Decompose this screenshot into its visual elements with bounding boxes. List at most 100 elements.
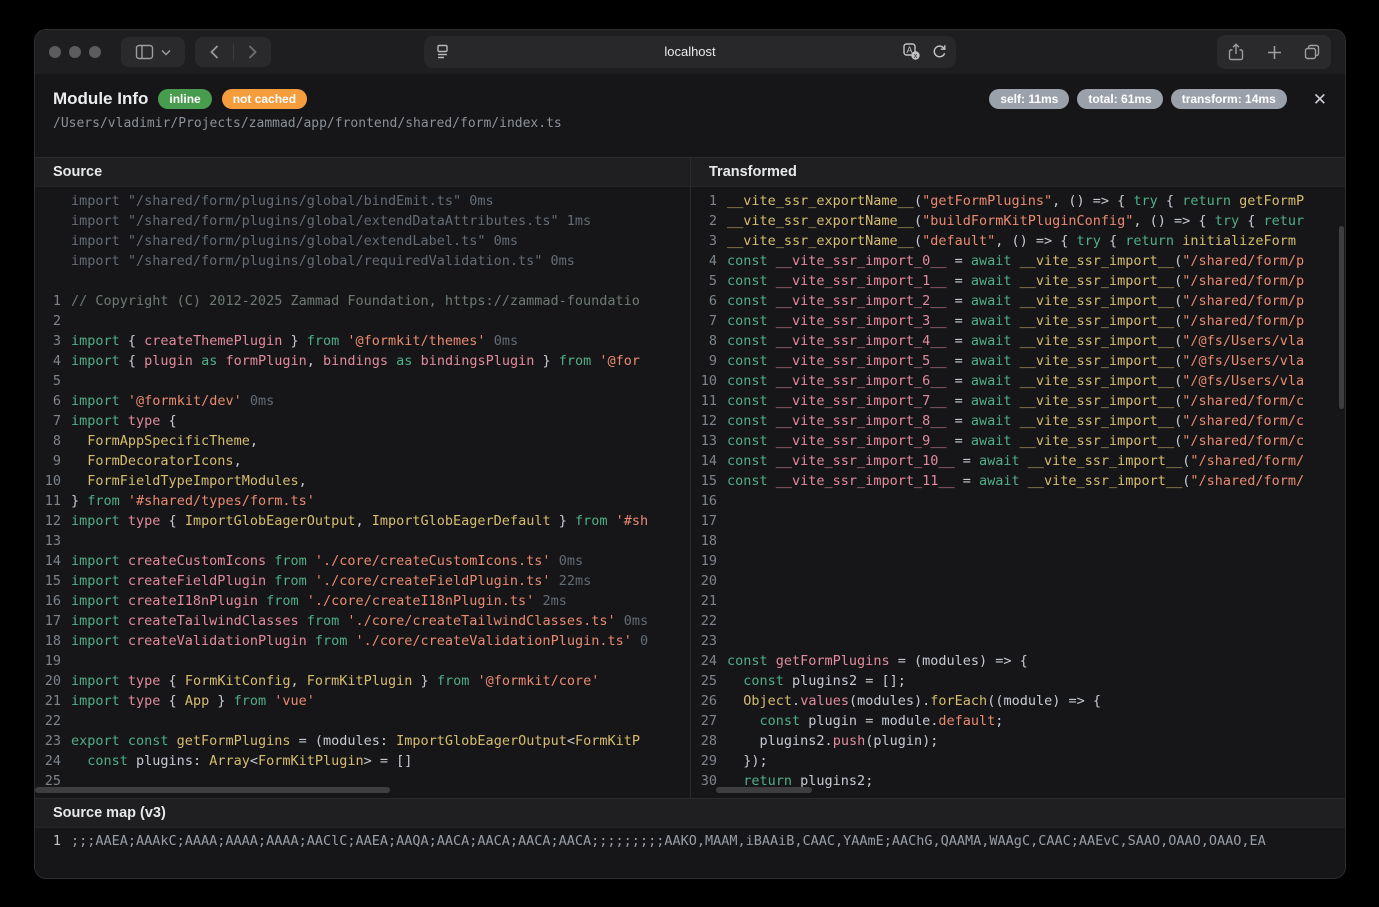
total-time-badge: total: 61ms	[1077, 89, 1162, 109]
svg-text:x: x	[914, 53, 918, 60]
code-line: 10const __vite_ssr_import_6__ = await __…	[691, 371, 1345, 391]
code-line: 25 const plugins2 = [];	[691, 671, 1345, 691]
transformed-pane: Transformed 1__vite_ssr_exportName__("ge…	[690, 157, 1345, 798]
code-panes: Source import "/shared/form/plugins/glob…	[35, 157, 1345, 798]
source-horizontal-scrollbar[interactable]	[35, 787, 390, 793]
code-line: 20	[691, 571, 1345, 591]
close-icon[interactable]: ✕	[1313, 91, 1327, 108]
transformed-vertical-scrollbar[interactable]	[1339, 226, 1344, 409]
code-line: 14import createCustomIcons from './core/…	[35, 551, 690, 571]
back-button[interactable]	[196, 37, 233, 67]
inline-badge: inline	[158, 89, 211, 109]
code-line: 2__vite_ssr_exportName__("buildFormKitPl…	[691, 211, 1345, 231]
code-line: 15const __vite_ssr_import_11__ = await _…	[691, 471, 1345, 491]
code-line: 9const __vite_ssr_import_5__ = await __v…	[691, 351, 1345, 371]
code-line: 24 const plugins: Array<FormKitPlugin> =…	[35, 751, 690, 771]
window-minimize-button[interactable]	[69, 46, 81, 58]
code-line: 11} from '#shared/types/form.ts'	[35, 491, 690, 511]
code-line: 19	[691, 551, 1345, 571]
code-line: 20import type { FormKitConfig, FormKitPl…	[35, 671, 690, 691]
code-line: 21import type { App } from 'vue'	[35, 691, 690, 711]
navigation-buttons	[195, 37, 271, 67]
source-code[interactable]: import "/shared/form/plugins/global/bind…	[35, 187, 690, 797]
code-line: 1// Copyright (C) 2012-2025 Zammad Found…	[35, 291, 690, 311]
code-line: 11const __vite_ssr_import_7__ = await __…	[691, 391, 1345, 411]
code-line: 10 FormFieldTypeImportModules,	[35, 471, 690, 491]
not-cached-badge: not cached	[222, 89, 307, 109]
translate-icon[interactable]: A x	[902, 42, 921, 61]
self-time-badge: self: 11ms	[989, 89, 1069, 109]
code-line: 6const __vite_ssr_import_2__ = await __v…	[691, 291, 1345, 311]
code-line: 1__vite_ssr_exportName__("getFormPlugins…	[691, 191, 1345, 211]
code-line: 16	[691, 491, 1345, 511]
code-line: 9 FormDecoratorIcons,	[35, 451, 690, 471]
code-line: 3__vite_ssr_exportName__("default", () =…	[691, 231, 1345, 251]
svg-text:A: A	[906, 45, 912, 55]
code-line: 7import type {	[35, 411, 690, 431]
browser-window: localhost A x	[35, 30, 1345, 878]
tab-overview-icon[interactable]	[1295, 37, 1329, 67]
source-pane-title: Source	[35, 157, 690, 187]
window-controls	[49, 46, 101, 58]
code-line: 22	[35, 711, 690, 731]
code-line: 12const __vite_ssr_import_8__ = await __…	[691, 411, 1345, 431]
reload-icon[interactable]	[931, 43, 948, 60]
code-line: 16import createI18nPlugin from './core/c…	[35, 591, 690, 611]
code-line: 28 plugins2.push(plugin);	[691, 731, 1345, 751]
page-content: Module Info inline not cached self: 11ms…	[35, 74, 1345, 878]
sidebar-toggle-button[interactable]	[121, 37, 185, 67]
window-close-button[interactable]	[49, 46, 61, 58]
code-line: 29 });	[691, 751, 1345, 771]
timing-stats: self: 11ms total: 61ms transform: 14ms	[989, 89, 1286, 109]
code-line: import "/shared/form/plugins/global/requ…	[35, 251, 690, 271]
code-line: 23export const getFormPlugins = (modules…	[35, 731, 690, 751]
code-line: 4import { plugin as formPlugin, bindings…	[35, 351, 690, 371]
toolbar-right-actions	[1217, 35, 1331, 69]
sidebar-icon	[135, 44, 154, 60]
code-line: 18	[691, 531, 1345, 551]
code-line	[35, 271, 690, 291]
code-line: 8const __vite_ssr_import_4__ = await __v…	[691, 331, 1345, 351]
chevron-down-icon	[161, 49, 171, 56]
share-icon[interactable]	[1219, 37, 1253, 67]
url-text[interactable]: localhost	[424, 36, 956, 68]
transformed-code[interactable]: 1__vite_ssr_exportName__("getFormPlugins…	[691, 187, 1345, 797]
code-line: 13const __vite_ssr_import_9__ = await __…	[691, 431, 1345, 451]
code-line: 23	[691, 631, 1345, 651]
code-line: 1;;;AAEA;AAAkC;AAAA;AAAA;AAAA;AAClC;AAEA…	[35, 831, 1345, 851]
module-info-header: Module Info inline not cached self: 11ms…	[35, 74, 1345, 157]
transformed-horizontal-scrollbar[interactable]	[716, 787, 812, 793]
code-line: 26 Object.values(modules).forEach((modul…	[691, 691, 1345, 711]
code-line: 3import { createThemePlugin } from '@for…	[35, 331, 690, 351]
code-line: import "/shared/form/plugins/global/exte…	[35, 231, 690, 251]
new-tab-plus-icon[interactable]	[1257, 37, 1291, 67]
code-line: 5const __vite_ssr_import_1__ = await __v…	[691, 271, 1345, 291]
transformed-pane-title: Transformed	[691, 157, 1345, 187]
code-line: 12import type { ImportGlobEagerOutput, I…	[35, 511, 690, 531]
code-line: 2	[35, 311, 690, 331]
code-line: 19	[35, 651, 690, 671]
transform-time-badge: transform: 14ms	[1171, 89, 1287, 109]
code-line: 5	[35, 371, 690, 391]
code-line: import "/shared/form/plugins/global/exte…	[35, 211, 690, 231]
address-bar[interactable]: localhost A x	[424, 36, 956, 68]
module-file-path: /Users/vladimir/Projects/zammad/app/fron…	[53, 116, 1327, 131]
code-line: 17import createTailwindClasses from './c…	[35, 611, 690, 631]
sourcemap-code[interactable]: 1;;;AAEA;AAAkC;AAAA;AAAA;AAAA;AAClC;AAEA…	[35, 828, 1345, 854]
code-line: 18import createValidationPlugin from './…	[35, 631, 690, 651]
code-line: 22	[691, 611, 1345, 631]
code-line: 7const __vite_ssr_import_3__ = await __v…	[691, 311, 1345, 331]
window-zoom-button[interactable]	[89, 46, 101, 58]
code-line: 13	[35, 531, 690, 551]
sourcemap-title: Source map (v3)	[35, 798, 1345, 828]
forward-button[interactable]	[234, 37, 271, 67]
code-line: 17	[691, 511, 1345, 531]
code-line: 27 const plugin = module.default;	[691, 711, 1345, 731]
code-line: 8 FormAppSpecificTheme,	[35, 431, 690, 451]
code-line: 14const __vite_ssr_import_10__ = await _…	[691, 451, 1345, 471]
source-pane: Source import "/shared/form/plugins/glob…	[35, 157, 690, 798]
code-line: 21	[691, 591, 1345, 611]
code-line: 6import '@formkit/dev' 0ms	[35, 391, 690, 411]
code-line: 15import createFieldPlugin from './core/…	[35, 571, 690, 591]
code-line: 4const __vite_ssr_import_0__ = await __v…	[691, 251, 1345, 271]
